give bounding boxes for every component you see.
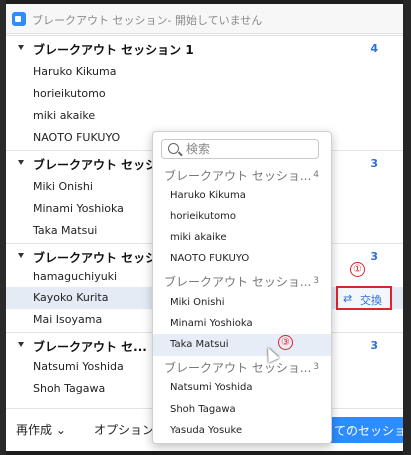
participant-name: Natsumi Yoshida [33,360,124,373]
swap-button-label: 交換 [360,294,382,307]
popup-group-header: ブレークアウト セッショ... 4 [153,164,331,186]
swap-target-popup: ブレークアウト セッショ... 4 Haruko Kikuma horieiku… [152,131,332,444]
group-name: ブレークアウト セッショ... [164,361,312,375]
participant-row[interactable]: horieikutomo [6,83,403,105]
popup-participant[interactable]: horieikutomo [153,206,331,228]
participant-name: Minami Yoshioka [170,318,253,329]
background-right-edge [403,0,411,455]
participant-name: horieikutomo [33,87,106,100]
annotation-marker-1: ① [350,262,365,277]
participant-name: miki akaike [33,109,96,122]
group-count: 4 [313,170,319,180]
participant-row[interactable]: miki akaike [6,105,403,127]
participant-name: horieikutomo [170,211,236,222]
popup-participant[interactable]: Yasuda Yosuke [153,420,331,442]
session-count: 3 [370,339,378,352]
group-count: 3 [313,362,319,372]
session-name: ブレークアウト セ... [33,340,147,354]
popup-participant[interactable]: Shoh Tagawa [153,399,331,421]
popup-group-header: ブレークアウト セッショ... 3 [153,356,331,378]
window-title: ブレークアウト セッション- 開始していません [32,14,263,27]
popup-participant[interactable]: miki akaike [153,227,331,249]
participant-name: Shoh Tagawa [33,382,106,395]
open-all-sessions-button[interactable]: てのセッション [330,417,403,443]
session-name: ブレークアウト セッション 1 [33,43,194,57]
group-name: ブレークアウト セッショ... [164,275,312,289]
session-header-1[interactable]: ブレークアウト セッション 1 4 [6,35,403,59]
swap-button[interactable]: ⇄ 交換 [336,286,392,310]
zoom-app-icon [12,12,26,26]
popup-participant[interactable]: NAOTO FUKUYO [153,248,331,270]
participant-name: Shoh Tagawa [170,404,236,415]
participant-name: NAOTO FUKUYO [33,131,121,144]
collapse-triangle-icon[interactable] [18,342,24,347]
collapse-triangle-icon[interactable] [18,160,24,165]
session-count: 3 [370,250,378,263]
annotation-marker-3: ③ [278,335,293,350]
participant-name: Natsumi Yoshida [170,382,253,393]
session-count: 4 [370,42,378,55]
participant-name: hamaguchiyuki [33,270,118,283]
participant-name: Haruko Kikuma [170,190,246,201]
title-bar: ブレークアウト セッション- 開始していません [6,4,403,34]
participant-name: Miki Onishi [33,180,93,193]
participant-name: Mai Isoyama [33,313,103,326]
participant-name: Minami Yoshioka [33,202,124,215]
collapse-triangle-icon[interactable] [18,253,24,258]
participant-name: miki akaike [170,232,227,243]
swap-arrows-icon: ⇄ [343,292,353,305]
popup-participant[interactable]: Natsumi Yoshida [153,377,331,399]
session-count: 3 [370,157,378,170]
group-count: 3 [313,276,319,286]
participant-name: Kayoko Kurita [33,291,109,304]
popup-participant-hovered[interactable]: Taka Matsui [153,334,331,356]
popup-participant[interactable]: Minami Yoshioka [153,313,331,335]
participant-name: Taka Matsui [170,339,229,350]
participant-name: Taka Matsui [33,224,98,237]
collapse-triangle-icon[interactable] [18,45,24,50]
group-name: ブレークアウト セッショ... [164,169,312,183]
participant-name: Haruko Kikuma [33,65,117,78]
options-button[interactable]: オプション [94,421,154,438]
popup-group-header: ブレークアウト セッショ... 3 [153,270,331,292]
participant-row[interactable]: Haruko Kikuma [6,61,403,83]
popup-participant[interactable]: Haruko Kikuma [153,185,331,207]
search-input[interactable] [186,141,316,157]
popup-participant[interactable]: Miki Onishi [153,292,331,314]
participant-name: NAOTO FUKUYO [170,253,250,264]
participant-name: Yasuda Yosuke [170,425,243,436]
search-icon [168,143,179,154]
participant-name: Miki Onishi [170,297,225,308]
search-box[interactable] [161,139,319,159]
recreate-button[interactable]: 再作成 ⌄ [16,421,66,438]
